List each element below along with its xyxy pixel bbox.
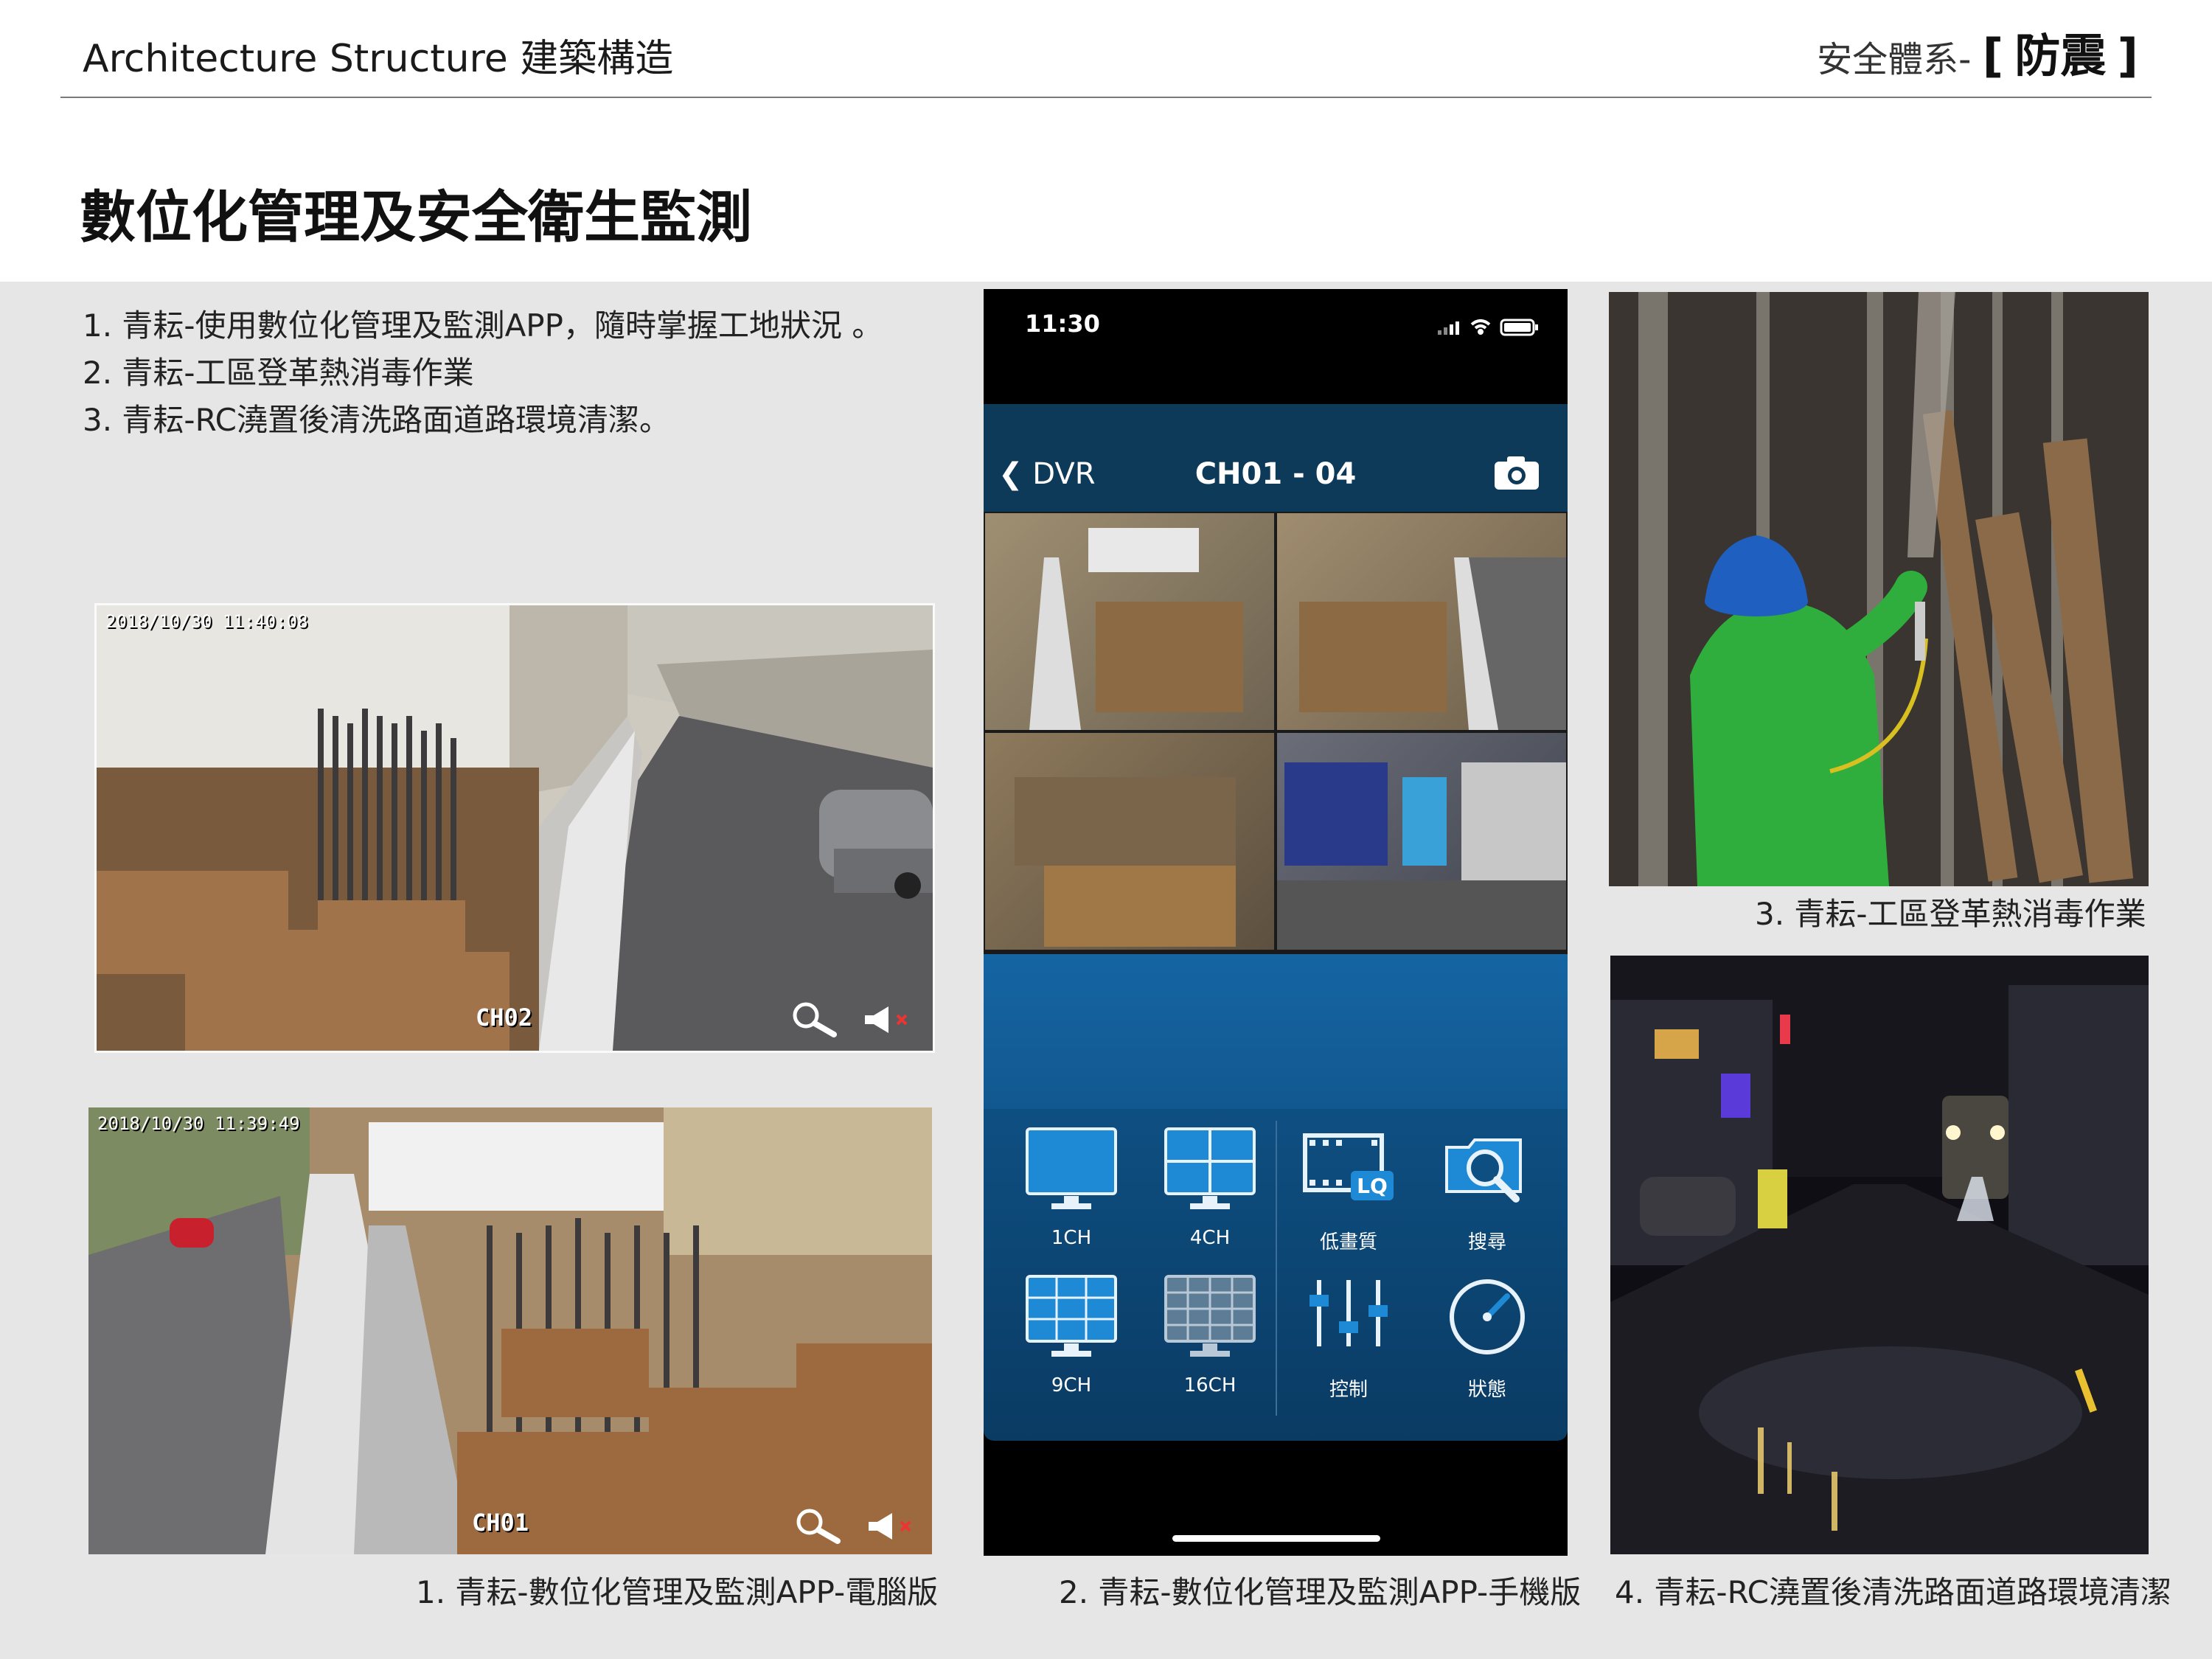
mute-icon[interactable] [863,1005,915,1034]
pc-camera-view-ch02: 2018/10/30 11:40:08 CH02 [94,603,935,1053]
note-item: 1. 青耘-使用數位化管理及監測APP，隨時掌握工地狀況 。 [83,307,883,344]
worker-spraying-photo [1609,292,2149,886]
feed-image [1277,762,1566,950]
header-section-label: 安全體系- [ 防震 ] [1817,27,2138,89]
camera-channel-label: CH02 [476,1004,533,1032]
zoom-icon[interactable] [793,1507,845,1544]
home-indicator[interactable] [1172,1535,1380,1542]
camera-feed-grid [984,512,1568,954]
control-status[interactable]: 狀態 [1417,1273,1557,1402]
header-section-prefix: 安全體系- [1817,39,1972,80]
disinfection-photo [1609,292,2149,886]
feed-image [1015,777,1236,947]
note-item: 2. 青耘-工區登革熱消毒作業 [83,355,474,391]
svg-text:LQ: LQ [1357,1174,1388,1198]
camera-icon[interactable] [1492,454,1541,491]
control-9ch[interactable]: 9CH [1001,1273,1141,1397]
camera-feed-1[interactable] [985,513,1274,730]
construction-site-street-photo [97,605,933,1051]
camera-timestamp: 2018/10/30 11:39:49 [97,1113,300,1134]
quad-screen-icon [1164,1127,1256,1209]
sliders-icon [1310,1280,1388,1346]
caption-pc-app: 1. 青耘-數位化管理及監測APP-電腦版 [416,1574,939,1610]
gauge-icon [1450,1279,1525,1354]
header-bracket-close: ] [2117,29,2138,83]
control-label: 9CH [1051,1374,1092,1397]
control-label: 16CH [1183,1374,1237,1397]
header-section-highlight: 防震 [2014,29,2107,83]
control-search[interactable]: 搜尋 [1417,1125,1557,1254]
status-bar-icons [1438,319,1538,336]
control-divider [1276,1121,1277,1416]
control-label: 低畫質 [1319,1231,1377,1253]
control-label: 狀態 [1467,1379,1506,1401]
header-divider [60,97,2152,98]
camera-feed-3[interactable] [985,733,1274,950]
caption-road-cleaning: 4. 青耘-RC澆置後清洗路面道路環境清潔 [1615,1574,2171,1610]
control-4ch[interactable]: 4CH [1140,1125,1280,1249]
camera-channel-label: CH01 [472,1509,529,1537]
control-16ch[interactable]: 16CH [1140,1273,1280,1397]
search-folder-icon [1445,1138,1522,1203]
status-bar-time: 11:30 [1025,310,1100,338]
control-low-quality[interactable]: LQ 低畫質 [1279,1125,1419,1254]
night-street-cleaning-photo [1610,956,2149,1554]
camera-timestamp: 2018/10/30 11:40:08 [105,611,308,632]
battery-icon [1500,319,1538,336]
control-settings[interactable]: 控制 [1279,1273,1419,1402]
app-nav-bar: ❮ DVR CH01 - 04 [984,404,1568,512]
zoom-icon[interactable] [790,1001,841,1037]
header-title: Architecture Structure 建築構造 [83,37,674,81]
camera-feed-2[interactable] [1277,513,1566,730]
single-screen-icon [1026,1127,1117,1209]
low-quality-film-icon: LQ [1303,1133,1394,1200]
nine-screen-icon [1026,1275,1117,1357]
caption-disinfection: 3. 青耘-工區登革熱消毒作業 [1755,896,2146,932]
wifi-icon [1470,319,1491,335]
control-label: 搜尋 [1467,1231,1506,1253]
caption-phone-app: 2. 青耘-數位化管理及監測APP-手機版 [1059,1574,1582,1610]
feed-image [1299,557,1566,730]
nav-title: CH01 - 04 [1194,457,1357,491]
notes-list: 1. 青耘-使用數位化管理及監測APP，隨時掌握工地狀況 。 2. 青耘-工區登… [83,302,883,444]
pc-camera-view-ch01: 2018/10/30 11:39:49 CH01 [88,1107,932,1554]
note-item: 3. 青耘-RC澆置後清洗路面道路環境清潔。 [83,402,670,438]
header-bracket-open: [ [1982,29,2004,83]
control-label: 1CH [1051,1227,1092,1249]
control-label: 4CH [1189,1227,1231,1249]
mute-icon[interactable] [867,1512,919,1541]
sixteen-screen-icon [1164,1275,1256,1357]
construction-site-overview-photo [88,1107,932,1554]
control-label: 控制 [1329,1379,1368,1401]
road-cleaning-photo [1610,956,2149,1554]
feed-image [1029,528,1243,730]
phone-app-screenshot: 11:30 ❮ DVR CH01 - 04 1CH 4CH LQ 低畫質 搜尋 … [984,289,1568,1556]
page-title: 數位化管理及安全衛生監測 [80,184,752,250]
camera-feed-4[interactable] [1277,733,1566,950]
control-1ch[interactable]: 1CH [1001,1125,1141,1249]
signal-icon [1438,321,1459,335]
